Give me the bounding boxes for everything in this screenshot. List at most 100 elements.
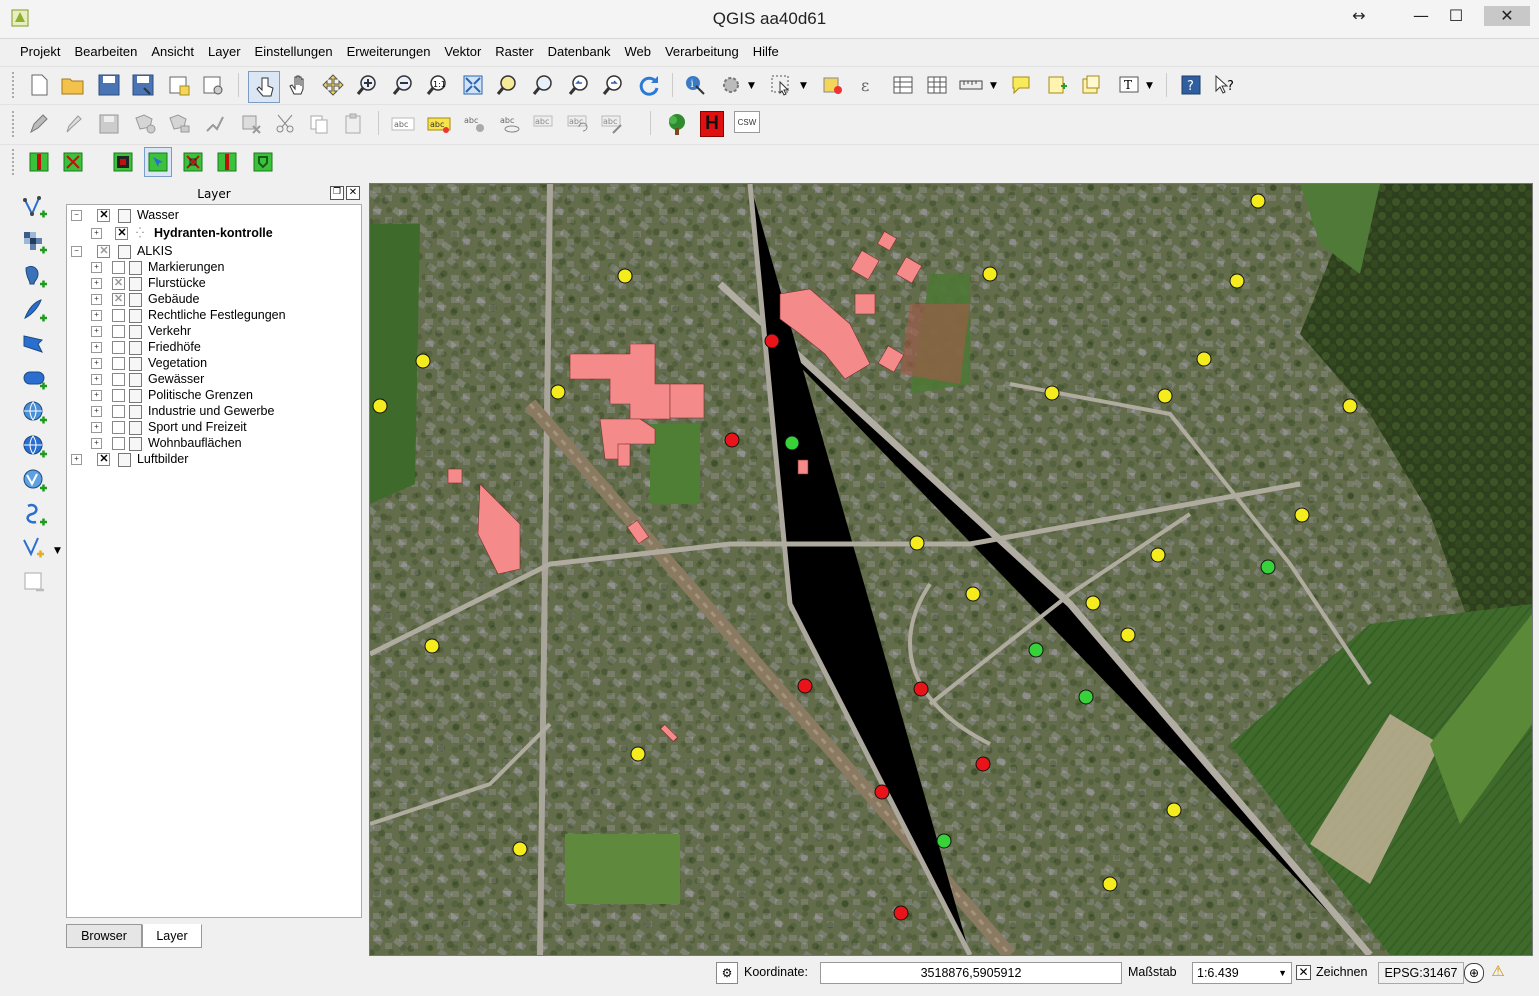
hydrant-marker[interactable] — [784, 435, 800, 451]
float-panel-icon[interactable]: ❐ — [330, 186, 344, 200]
hydrant-marker[interactable] — [893, 905, 909, 921]
add-feature-icon[interactable] — [132, 111, 158, 137]
hydrant-marker[interactable] — [1294, 507, 1310, 523]
collapse-icon[interactable]: − — [71, 210, 82, 222]
layer-checkbox[interactable]: ✕ — [97, 453, 111, 467]
hydrant-marker[interactable] — [424, 638, 440, 654]
menu-web[interactable]: Web — [617, 42, 658, 62]
pin-labels-icon[interactable]: abc — [462, 111, 488, 137]
expand-icon[interactable]: + — [91, 262, 102, 274]
hydrant-marker[interactable] — [1120, 627, 1136, 643]
expand-icon[interactable]: + — [91, 390, 102, 402]
label-highlight-icon[interactable]: abc — [426, 111, 452, 137]
plugin-shield-icon[interactable] — [250, 149, 276, 175]
expand-icon[interactable]: + — [91, 406, 102, 418]
dropdown-arrow-icon[interactable]: ▼ — [1146, 81, 1153, 91]
zoom-out-icon[interactable] — [390, 72, 416, 98]
add-oracle-layer-icon[interactable] — [22, 366, 48, 392]
crs-status-button[interactable]: EPSG:31467 — [1378, 962, 1464, 984]
add-wms-layer-icon[interactable] — [22, 400, 48, 426]
layer-group-luftbilder[interactable]: + ✕ Luftbilder — [71, 451, 188, 467]
field-calculator-icon[interactable]: ε — [856, 72, 882, 98]
zoom-to-selection-icon[interactable] — [494, 72, 520, 98]
plugin-split-icon[interactable] — [214, 149, 240, 175]
close-panel-icon[interactable]: ✕ — [346, 186, 360, 200]
layer-item[interactable]: + Politische Grenzen — [91, 387, 253, 403]
new-project-icon[interactable] — [26, 72, 52, 98]
plugin-shape-icon[interactable] — [110, 149, 136, 175]
zoom-full-icon[interactable] — [460, 72, 486, 98]
layer-item[interactable]: + Friedhöfe — [91, 339, 201, 355]
layer-item[interactable]: + Verkehr — [91, 323, 191, 339]
hydrant-marker[interactable] — [550, 384, 566, 400]
layer-checkbox[interactable]: ✕ — [97, 209, 111, 223]
dropdown-arrow-icon[interactable]: ▼ — [54, 546, 61, 556]
expand-icon[interactable]: + — [91, 228, 102, 240]
hydrant-marker[interactable] — [1078, 689, 1094, 705]
hydrant-marker[interactable] — [1150, 547, 1166, 563]
hydrant-marker[interactable] — [1260, 559, 1276, 575]
hydrant-marker[interactable] — [982, 266, 998, 282]
change-label-icon[interactable]: abc — [600, 111, 626, 137]
save-project-icon[interactable] — [96, 72, 122, 98]
hydrant-marker[interactable] — [372, 398, 388, 414]
action-gear-icon[interactable] — [718, 72, 744, 98]
expand-icon[interactable]: + — [91, 422, 102, 434]
layer-checkbox[interactable]: ✕ — [112, 293, 125, 307]
add-postgis-layer-icon[interactable] — [22, 264, 48, 290]
dropdown-arrow-icon[interactable]: ▼ — [748, 81, 755, 91]
menu-ansicht[interactable]: Ansicht — [144, 42, 201, 62]
aerial-map[interactable] — [370, 184, 1532, 955]
collapse-icon[interactable]: − — [71, 246, 82, 258]
composer-manager-icon[interactable] — [200, 72, 226, 98]
attribute-table-icon[interactable] — [890, 72, 916, 98]
hydrant-marker[interactable] — [512, 841, 528, 857]
tab-browser[interactable]: Browser — [66, 924, 142, 948]
layer-group-alkis[interactable]: − ✕ ALKIS — [71, 243, 172, 259]
menu-verarbeitung[interactable]: Verarbeitung — [658, 42, 746, 62]
paste-features-icon[interactable] — [340, 111, 366, 137]
hydrant-marker[interactable] — [874, 784, 890, 800]
menu-einstellungen[interactable]: Einstellungen — [248, 42, 340, 62]
dropdown-arrow-icon[interactable]: ▼ — [990, 81, 997, 91]
hydrant-marker[interactable] — [1085, 595, 1101, 611]
hydrant-marker[interactable] — [1157, 388, 1173, 404]
plugin-cross-icon[interactable] — [60, 149, 86, 175]
menu-raster[interactable]: Raster — [488, 42, 540, 62]
layer-checkbox[interactable] — [112, 389, 125, 403]
add-vector-layer-icon[interactable] — [22, 196, 48, 222]
close-button[interactable]: ✕ — [1484, 6, 1530, 26]
layer-item[interactable]: + Wohnbauflächen — [91, 435, 242, 451]
help-contents-icon[interactable]: ? — [1178, 72, 1204, 98]
hydrant-marker[interactable] — [617, 268, 633, 284]
hydrant-marker[interactable] — [1044, 385, 1060, 401]
hydrant-marker[interactable] — [1229, 273, 1245, 289]
tab-layer[interactable]: Layer — [142, 924, 202, 948]
restore-arrows-icon[interactable]: ↔ — [1343, 6, 1375, 26]
refresh-icon[interactable] — [636, 72, 662, 98]
warning-icon[interactable]: ⚠ — [1488, 962, 1508, 982]
save-edits-icon[interactable] — [96, 111, 122, 137]
plugin-select-icon[interactable] — [144, 147, 172, 177]
menu-erweiterungen[interactable]: Erweiterungen — [340, 42, 438, 62]
expand-icon[interactable]: + — [91, 310, 102, 322]
hydrant-marker[interactable] — [1250, 193, 1266, 209]
layer-item[interactable]: + Gewässer — [91, 371, 204, 387]
menu-layer[interactable]: Layer — [201, 42, 248, 62]
statistics-table-icon[interactable] — [924, 72, 950, 98]
csw-plugin-icon[interactable]: CSW — [734, 111, 760, 133]
move-label-icon[interactable]: abc — [532, 111, 558, 137]
select-features-icon[interactable] — [768, 72, 794, 98]
expand-icon[interactable]: + — [91, 294, 102, 306]
toolbar-grip[interactable] — [12, 111, 18, 137]
layer-item[interactable]: + Markierungen — [91, 259, 224, 275]
new-bookmark-icon[interactable] — [1044, 72, 1070, 98]
tree-plugin-icon[interactable] — [664, 111, 690, 137]
hydrant-marker[interactable] — [797, 678, 813, 694]
layer-group-wasser[interactable]: − ✕ Wasser — [71, 207, 179, 223]
expand-icon[interactable]: + — [91, 326, 102, 338]
add-wcs-layer-icon[interactable] — [22, 434, 48, 460]
toolbar-grip[interactable] — [12, 72, 18, 98]
hydrant-marker[interactable] — [1166, 802, 1182, 818]
edit-pencil-icon[interactable] — [26, 111, 52, 137]
